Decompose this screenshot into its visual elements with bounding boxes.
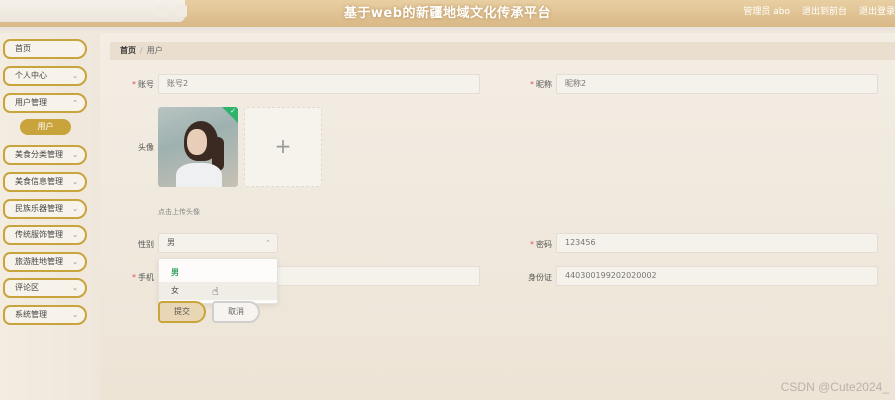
sidebar-item-label: 旅游胜地管理 <box>15 257 63 266</box>
idcard-label: 身份证 <box>528 273 552 282</box>
logout-link[interactable]: 退出登录 <box>859 4 895 17</box>
plus-icon: + <box>274 134 292 158</box>
breadcrumb-home[interactable]: 首页 <box>120 46 136 55</box>
sidebar-item-comments[interactable]: 评论区 ⌄ <box>3 278 87 298</box>
avatar-label: 头像 <box>138 143 154 152</box>
sidebar-item-label: 评论区 <box>15 283 39 292</box>
cancel-button[interactable]: 取消 <box>212 301 260 323</box>
chevron-down-icon: ⌄ <box>72 178 78 186</box>
sidebar-item-traditional-costume[interactable]: 传统服饰管理 ⌄ <box>3 225 87 245</box>
sidebar-item-food-category[interactable]: 美食分类管理 ⌄ <box>3 145 87 165</box>
avatar-image[interactable]: ✓ <box>158 107 238 187</box>
sidebar-item-home[interactable]: 首页 <box>3 39 87 59</box>
sidebar-item-label: 美食信息管理 <box>15 177 63 186</box>
sidebar-item-system-management[interactable]: 系统管理 ⌄ <box>3 305 87 325</box>
sidebar-item-label: 用户管理 <box>15 98 47 107</box>
sidebar-item-tourist-spots[interactable]: 旅游胜地管理 ⌄ <box>3 252 87 272</box>
account-input[interactable]: 账号2 <box>158 74 480 94</box>
breadcrumb-separator: / <box>140 46 143 55</box>
gender-select[interactable]: 男 ⌃ <box>158 233 278 253</box>
check-icon: ✓ <box>230 107 236 115</box>
sidebar-item-ethnic-instruments[interactable]: 民族乐器管理 ⌄ <box>3 199 87 219</box>
chevron-up-icon: ⌃ <box>72 99 78 107</box>
phone-label: * 手机 <box>132 273 154 282</box>
admin-label: 管理员 abo <box>743 7 790 17</box>
sidebar-subitem-user[interactable]: 用户 <box>20 119 71 135</box>
upload-avatar-button[interactable]: + <box>244 107 322 187</box>
nickname-label: * 昵称 <box>530 80 552 89</box>
account-label: * 账号 <box>132 80 154 89</box>
breadcrumb: 首页 / 用户 <box>110 42 895 60</box>
sidebar-item-label: 传统服饰管理 <box>15 230 63 239</box>
gender-select-value: 男 <box>167 238 175 247</box>
breadcrumb-current: 用户 <box>146 46 163 55</box>
chevron-up-icon: ⌃ <box>265 239 271 247</box>
sidebar-item-personal-center[interactable]: 个人中心 ⌄ <box>3 66 87 86</box>
nickname-input[interactable]: 昵称2 <box>556 74 878 94</box>
submit-button[interactable]: 提交 <box>158 301 206 323</box>
chevron-down-icon: ⌄ <box>72 205 78 213</box>
gender-label: 性别 <box>138 240 154 249</box>
sidebar-item-food-info[interactable]: 美食信息管理 ⌄ <box>3 172 87 192</box>
chevron-down-icon: ⌄ <box>72 231 78 239</box>
sidebar-item-label: 个人中心 <box>15 71 47 80</box>
chevron-down-icon: ⌄ <box>72 72 78 80</box>
password-label: * 密码 <box>530 240 552 249</box>
sidebar-item-label: 首页 <box>15 44 31 53</box>
password-input[interactable]: 123456 <box>556 233 878 253</box>
watermark: CSDN @Cute2024_ <box>780 380 889 394</box>
sidebar-item-user-management[interactable]: 用户管理 ⌃ <box>3 93 87 113</box>
chevron-down-icon: ⌄ <box>72 284 78 292</box>
header-user-area: 管理员 abo 退出到前台 退出登录 <box>743 4 895 17</box>
idcard-input[interactable]: 440300199202020002 <box>556 266 878 286</box>
chevron-down-icon: ⌄ <box>72 311 78 319</box>
top-header: 基于web的新疆地域文化传承平台 管理员 abo 退出到前台 退出登录 <box>0 0 895 30</box>
hand-cursor-icon: ☝ <box>212 285 219 298</box>
sidebar-item-label: 民族乐器管理 <box>15 204 63 213</box>
sidebar: 首页 个人中心 ⌄ 用户管理 ⌃ 用户 美食分类管理 ⌄ 美食信息管理 ⌄ 民族… <box>0 33 100 400</box>
main-content: 首页 / 用户 * 账号 账号2 * 昵称 昵称2 头像 ✓ + 点击上传头像 性别 男… <box>100 33 895 400</box>
sidebar-item-label: 系统管理 <box>15 310 47 319</box>
gender-option-male[interactable]: 男 <box>159 264 277 282</box>
backend-link[interactable]: 退出到前台 <box>802 4 847 17</box>
sidebar-item-label: 美食分类管理 <box>15 150 63 159</box>
chevron-down-icon: ⌄ <box>72 151 78 159</box>
chevron-down-icon: ⌄ <box>72 258 78 266</box>
upload-hint: 点击上传头像 <box>158 208 200 216</box>
